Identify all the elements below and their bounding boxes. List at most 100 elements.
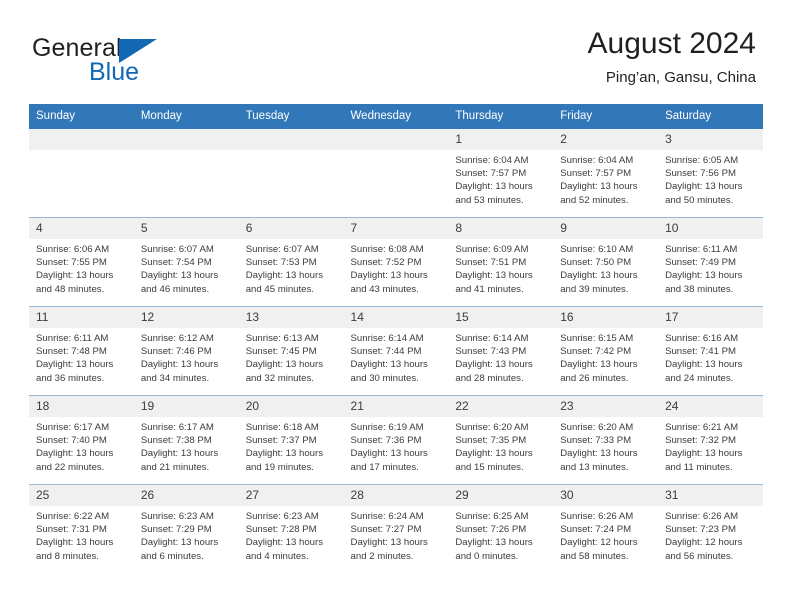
calendar-day-cell[interactable]: 23 Sunrise: 6:20 AM Sunset: 7:33 PM Dayligh… bbox=[553, 395, 659, 485]
calendar-day-cell[interactable]: 2 Sunrise: 6:04 AM Sunset: 7:57 PM Daylight… bbox=[553, 129, 659, 218]
daylight-duration-line2: and 50 minutes. bbox=[665, 194, 734, 206]
calendar-day-cell[interactable]: 20 Sunrise: 6:18 AM Sunset: 7:37 PM Dayligh… bbox=[238, 395, 344, 485]
calendar-day-cell[interactable]: 13 Sunrise: 6:13 AM Sunset: 7:45 PM Dayligh… bbox=[238, 306, 344, 396]
calendar-day-cell[interactable]: 21 Sunrise: 6:19 AM Sunset: 7:36 PM Dayligh… bbox=[343, 395, 449, 485]
calendar-day-cell[interactable]: 7 Sunrise: 6:08 AM Sunset: 7:52 PM Daylight… bbox=[343, 217, 449, 307]
day-number: 17 bbox=[658, 307, 763, 328]
sunrise-time: Sunrise: 6:11 AM bbox=[36, 333, 109, 344]
calendar-day-cell[interactable]: 15 Sunrise: 6:14 AM Sunset: 7:43 PM Dayligh… bbox=[448, 306, 554, 396]
day-number: 6 bbox=[238, 218, 344, 239]
calendar-day-cell[interactable]: 30 Sunrise: 6:26 AM Sunset: 7:24 PM Dayligh… bbox=[553, 484, 659, 573]
calendar-week-row: 11 Sunrise: 6:11 AM Sunset: 7:48 PM Dayligh… bbox=[29, 306, 763, 396]
daylight-duration-line1: Daylight: 13 hours bbox=[36, 270, 114, 282]
day-number: 23 bbox=[553, 396, 659, 417]
day-number: 19 bbox=[133, 396, 239, 417]
day-number: 30 bbox=[553, 485, 659, 506]
sunset-time: Sunset: 7:33 PM bbox=[560, 435, 632, 447]
calendar-day-cell[interactable]: 24 Sunrise: 6:21 AM Sunset: 7:32 PM Dayligh… bbox=[658, 395, 763, 485]
day-number: 15 bbox=[448, 307, 554, 328]
daylight-duration-line2: and 45 minutes. bbox=[245, 283, 314, 295]
day-details: Sunrise: 6:04 AM Sunset: 7:57 PM Daylight:… bbox=[553, 150, 658, 207]
general-blue-logo[interactable]: General Blue bbox=[32, 34, 262, 86]
calendar-day-cell[interactable]: 14 Sunrise: 6:14 AM Sunset: 7:44 PM Dayligh… bbox=[343, 306, 449, 396]
sunset-time: Sunset: 7:44 PM bbox=[350, 346, 422, 358]
day-details: Sunrise: 6:22 AM Sunset: 7:31 PM Daylight:… bbox=[29, 506, 134, 563]
day-details: Sunrise: 6:11 AM Sunset: 7:49 PM Daylight:… bbox=[658, 239, 763, 296]
sunset-time: Sunset: 7:31 PM bbox=[36, 524, 107, 536]
calendar-day-cell[interactable]: 28 Sunrise: 6:24 AM Sunset: 7:27 PM Dayligh… bbox=[343, 484, 449, 573]
calendar-day-cell[interactable]: 27 Sunrise: 6:23 AM Sunset: 7:28 PM Dayligh… bbox=[238, 484, 344, 573]
sunrise-time: Sunrise: 6:14 AM bbox=[455, 333, 529, 344]
sunrise-time: Sunrise: 6:26 AM bbox=[665, 511, 739, 522]
sunrise-time: Sunrise: 6:04 AM bbox=[560, 155, 634, 166]
daylight-duration-line1: Daylight: 13 hours bbox=[455, 448, 533, 460]
weekday-header-friday: Friday bbox=[553, 104, 659, 129]
daylight-duration-line2: and 24 minutes. bbox=[665, 372, 734, 384]
sunrise-time: Sunrise: 6:04 AM bbox=[455, 155, 529, 166]
daylight-duration-line1: Daylight: 13 hours bbox=[665, 448, 743, 460]
calendar-day-cell[interactable]: 11 Sunrise: 6:11 AM Sunset: 7:48 PM Dayligh… bbox=[29, 306, 134, 396]
day-number bbox=[29, 129, 134, 150]
daylight-duration-line1: Daylight: 13 hours bbox=[245, 537, 324, 549]
daylight-duration-line1: Daylight: 13 hours bbox=[455, 359, 533, 371]
sunrise-time: Sunrise: 6:07 AM bbox=[140, 244, 214, 255]
day-details: Sunrise: 6:07 AM Sunset: 7:54 PM Daylight:… bbox=[134, 239, 239, 296]
daylight-duration-line1: Daylight: 13 hours bbox=[36, 537, 114, 549]
daylight-duration-line1: Daylight: 13 hours bbox=[350, 448, 428, 460]
calendar-day-cell[interactable]: 31 Sunrise: 6:26 AM Sunset: 7:23 PM Dayligh… bbox=[658, 484, 763, 573]
daylight-duration-line2: and 39 minutes. bbox=[560, 283, 629, 295]
calendar-day-cell[interactable]: 16 Sunrise: 6:15 AM Sunset: 7:42 PM Dayligh… bbox=[553, 306, 659, 396]
sunrise-time: Sunrise: 6:19 AM bbox=[350, 422, 424, 433]
daylight-duration-line2: and 46 minutes. bbox=[140, 283, 210, 295]
calendar-day-cell[interactable]: 3 Sunrise: 6:05 AM Sunset: 7:56 PM Daylight… bbox=[658, 129, 763, 218]
day-number: 8 bbox=[448, 218, 554, 239]
sunset-time: Sunset: 7:50 PM bbox=[560, 257, 632, 269]
calendar-day-cell[interactable]: 6 Sunrise: 6:07 AM Sunset: 7:53 PM Daylight… bbox=[238, 217, 344, 307]
daylight-duration-line2: and 17 minutes. bbox=[350, 461, 419, 473]
sunrise-time: Sunrise: 6:22 AM bbox=[36, 511, 110, 522]
day-details: Sunrise: 6:23 AM Sunset: 7:29 PM Daylight:… bbox=[134, 506, 239, 563]
day-number: 2 bbox=[553, 129, 659, 150]
day-number: 12 bbox=[133, 307, 239, 328]
weekday-header-sunday: Sunday bbox=[29, 104, 134, 129]
calendar-day-cell[interactable]: 8 Sunrise: 6:09 AM Sunset: 7:51 PM Daylight… bbox=[448, 217, 554, 307]
calendar-day-cell[interactable]: 17 Sunrise: 6:16 AM Sunset: 7:41 PM Dayligh… bbox=[658, 306, 763, 396]
day-details: Sunrise: 6:08 AM Sunset: 7:52 PM Daylight:… bbox=[344, 239, 449, 296]
calendar-day-cell[interactable]: 29 Sunrise: 6:25 AM Sunset: 7:26 PM Dayligh… bbox=[448, 484, 554, 573]
calendar-day-cell-empty bbox=[343, 129, 449, 218]
day-number: 13 bbox=[238, 307, 344, 328]
calendar-day-cell[interactable]: 18 Sunrise: 6:17 AM Sunset: 7:40 PM Dayligh… bbox=[29, 395, 134, 485]
calendar-day-cell[interactable]: 19 Sunrise: 6:17 AM Sunset: 7:38 PM Dayligh… bbox=[133, 395, 239, 485]
sunset-time: Sunset: 7:40 PM bbox=[36, 435, 107, 447]
day-number: 7 bbox=[343, 218, 449, 239]
sunset-time: Sunset: 7:41 PM bbox=[665, 346, 736, 358]
calendar-day-cell[interactable]: 25 Sunrise: 6:22 AM Sunset: 7:31 PM Dayligh… bbox=[29, 484, 134, 573]
calendar-day-cell[interactable]: 9 Sunrise: 6:10 AM Sunset: 7:50 PM Daylight… bbox=[553, 217, 659, 307]
daylight-duration-line1: Daylight: 13 hours bbox=[140, 270, 219, 282]
calendar-day-cell[interactable]: 26 Sunrise: 6:23 AM Sunset: 7:29 PM Dayligh… bbox=[133, 484, 239, 573]
calendar-day-cell[interactable]: 5 Sunrise: 6:07 AM Sunset: 7:54 PM Daylight… bbox=[133, 217, 239, 307]
day-details: Sunrise: 6:18 AM Sunset: 7:37 PM Daylight:… bbox=[239, 417, 344, 474]
calendar-day-cell[interactable]: 22 Sunrise: 6:20 AM Sunset: 7:35 PM Dayligh… bbox=[448, 395, 554, 485]
day-details: Sunrise: 6:21 AM Sunset: 7:32 PM Daylight:… bbox=[658, 417, 763, 474]
day-details: Sunrise: 6:17 AM Sunset: 7:40 PM Daylight:… bbox=[29, 417, 134, 474]
daylight-duration-line1: Daylight: 13 hours bbox=[245, 270, 324, 282]
day-number: 31 bbox=[658, 485, 763, 506]
daylight-duration-line2: and 34 minutes. bbox=[140, 372, 210, 384]
calendar-day-cell[interactable]: 12 Sunrise: 6:12 AM Sunset: 7:46 PM Dayligh… bbox=[133, 306, 239, 396]
sunset-time: Sunset: 7:24 PM bbox=[560, 524, 632, 536]
sunset-time: Sunset: 7:52 PM bbox=[350, 257, 422, 269]
sunset-time: Sunset: 7:29 PM bbox=[140, 524, 212, 536]
page-title: August 2024 bbox=[587, 27, 756, 60]
sunrise-time: Sunrise: 6:08 AM bbox=[350, 244, 424, 255]
calendar-day-cell-empty bbox=[238, 129, 344, 218]
day-details: Sunrise: 6:13 AM Sunset: 7:45 PM Daylight:… bbox=[239, 328, 344, 385]
daylight-duration-line1: Daylight: 13 hours bbox=[140, 537, 219, 549]
daylight-duration-line2: and 13 minutes. bbox=[560, 461, 629, 473]
calendar-day-cell[interactable]: 4 Sunrise: 6:06 AM Sunset: 7:55 PM Daylight… bbox=[29, 217, 134, 307]
sunset-time: Sunset: 7:57 PM bbox=[560, 168, 632, 180]
calendar-day-cell[interactable]: 1 Sunrise: 6:04 AM Sunset: 7:57 PM Daylight… bbox=[448, 129, 554, 218]
day-number: 21 bbox=[343, 396, 449, 417]
weekday-header-monday: Monday bbox=[133, 104, 239, 129]
calendar-day-cell[interactable]: 10 Sunrise: 6:11 AM Sunset: 7:49 PM Dayligh… bbox=[658, 217, 763, 307]
